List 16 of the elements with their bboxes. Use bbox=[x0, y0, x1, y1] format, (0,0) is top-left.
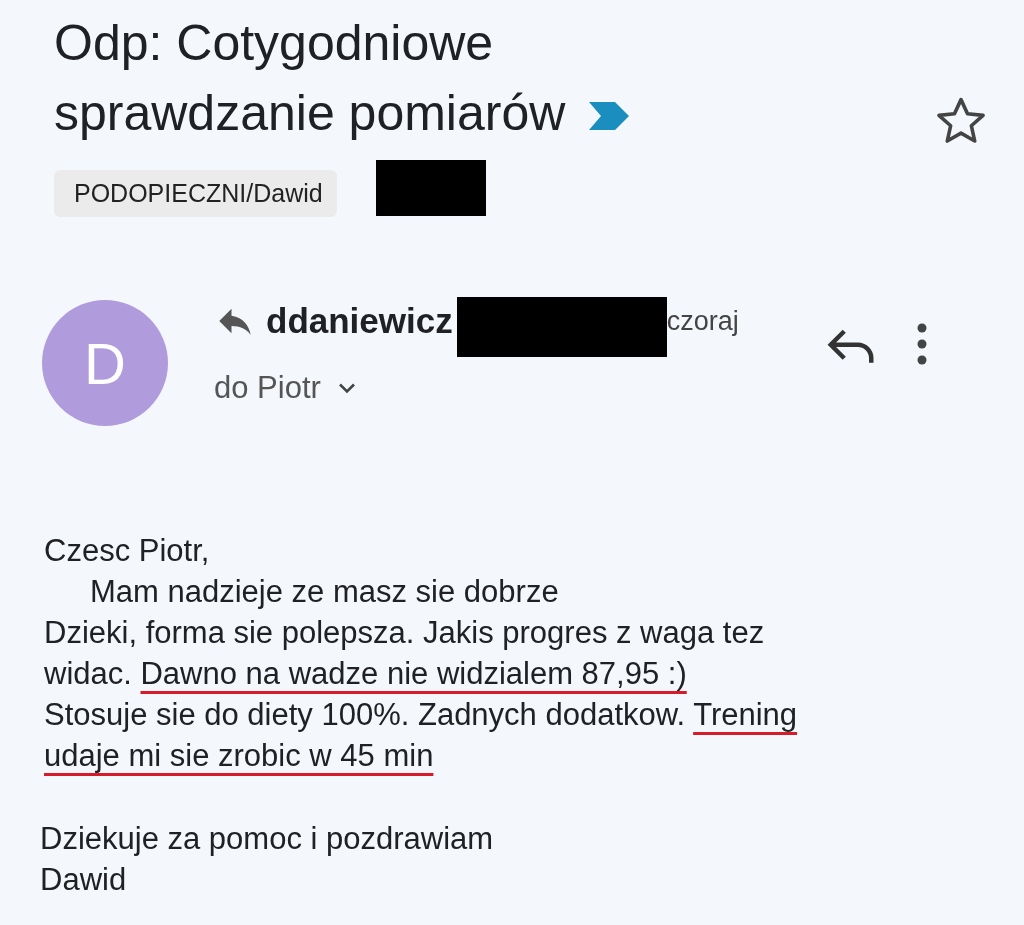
body-line: widac. Dawno na wadze nie widzialem 87,95 :) bbox=[44, 655, 688, 693]
sender-name[interactable]: ddaniewicz bbox=[266, 301, 453, 341]
label-chip[interactable]: PODOPIECZNI/Dawid bbox=[54, 170, 337, 217]
signature-line: Dziekuje za pomoc i pozdrawiam bbox=[40, 820, 495, 858]
body-line: Dzieki, forma sie polepsza. Jakis progres z waga tez bbox=[44, 614, 766, 652]
body-line: Czesc Piotr, bbox=[44, 532, 211, 570]
recipient-text[interactable]: do Piotr bbox=[214, 370, 321, 406]
body-line: Mam nadzieje ze masz sie dobrze bbox=[89, 573, 560, 611]
email-subject: Odp: Cotygodniowe sprawdzanie pomiarów bbox=[54, 8, 774, 148]
more-options-icon[interactable] bbox=[916, 322, 928, 366]
message-date: czoraj bbox=[666, 305, 739, 337]
importance-marker-icon[interactable] bbox=[587, 100, 632, 132]
body-line: udaje mi sie zrobic w 45 min bbox=[44, 737, 435, 775]
signature-line: Dawid bbox=[40, 861, 128, 899]
body-line: Stosuje sie do diety 100%. Zadnych dodatkow. Trening bbox=[44, 696, 799, 734]
sender-avatar: D bbox=[42, 300, 168, 426]
